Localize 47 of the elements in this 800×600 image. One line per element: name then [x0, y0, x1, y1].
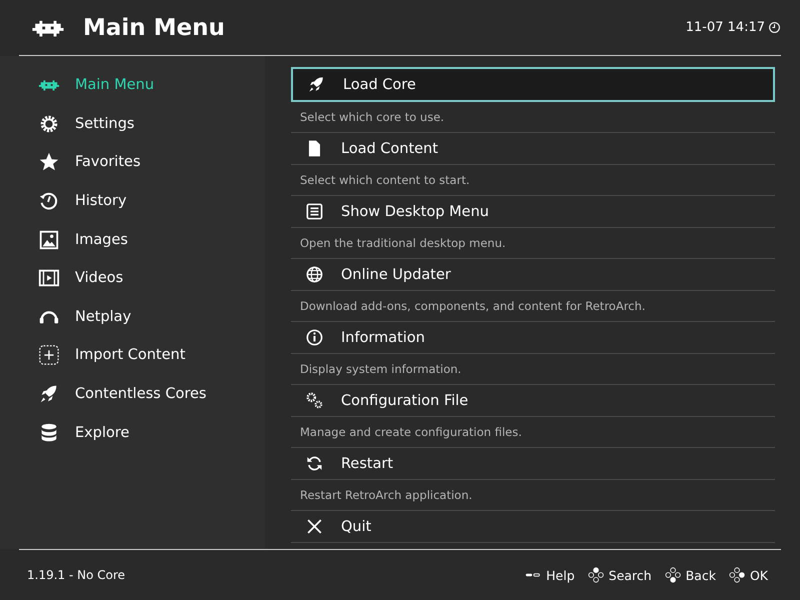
- face-buttons-icon: [664, 567, 681, 583]
- history-icon: [38, 190, 60, 212]
- sidebar-item[interactable]: Favorites: [0, 143, 265, 182]
- sidebar-item[interactable]: Settings: [0, 104, 265, 144]
- restart-icon: [305, 454, 324, 473]
- hint-label: Help: [546, 568, 575, 582]
- page-title: Main Menu: [83, 14, 226, 40]
- clock-text: 11-07 14:17: [686, 20, 765, 35]
- item-description: Select which core to use.: [291, 102, 775, 133]
- item-description: Select which content to start.: [291, 165, 775, 196]
- image-icon: [38, 228, 60, 251]
- menu-item[interactable]: Show Desktop Menu: [291, 196, 775, 228]
- sidebar-item[interactable]: Explore: [0, 413, 265, 452]
- menu-item[interactable]: Load Content: [291, 133, 775, 165]
- menu-item[interactable]: Restart: [291, 448, 775, 480]
- plus-icon: [38, 344, 60, 366]
- globe-icon: [305, 265, 324, 284]
- hint-label: OK: [750, 568, 768, 582]
- hint-label: Search: [608, 568, 652, 582]
- item-description: Display system information.: [291, 354, 775, 385]
- sidebar-item[interactable]: History: [0, 182, 265, 220]
- close-icon: [305, 517, 324, 536]
- item-description: Open the traditional desktop menu.: [291, 228, 775, 259]
- sidebar-item[interactable]: Netplay: [0, 298, 265, 336]
- sidebar-item[interactable]: Images: [0, 220, 265, 259]
- menu-item[interactable]: Information: [291, 322, 775, 354]
- item-description: Download add-ons, components, and content for RetroArch.: [291, 291, 775, 322]
- gears-icon: [305, 391, 324, 410]
- item-description: Restart RetroArch application.: [291, 480, 775, 511]
- face-buttons-icon: [728, 567, 745, 583]
- sidebar-item[interactable]: Contentless Cores: [0, 374, 265, 414]
- menu-item[interactable]: Configuration File: [291, 385, 775, 417]
- clock-icon: [768, 21, 781, 34]
- face-buttons-icon: [588, 567, 604, 583]
- list-icon: [305, 202, 324, 221]
- rocket-icon: [307, 75, 326, 94]
- sidebar-item[interactable]: Videos: [0, 258, 265, 298]
- menu-item[interactable]: Load Core: [291, 67, 775, 102]
- sidebar-item[interactable]: Main Menu: [0, 66, 265, 105]
- info-icon: [305, 328, 324, 347]
- sidebar-item[interactable]: Import Content: [0, 336, 265, 375]
- menu-item[interactable]: Online Updater: [291, 259, 775, 291]
- version-text: 1.19.1 - No Core: [27, 568, 126, 582]
- item-description: Manage and create configuration files.: [291, 417, 775, 448]
- hint-label: Back: [686, 568, 716, 582]
- film-icon: [38, 267, 60, 290]
- menu-item[interactable]: Quit: [291, 511, 775, 543]
